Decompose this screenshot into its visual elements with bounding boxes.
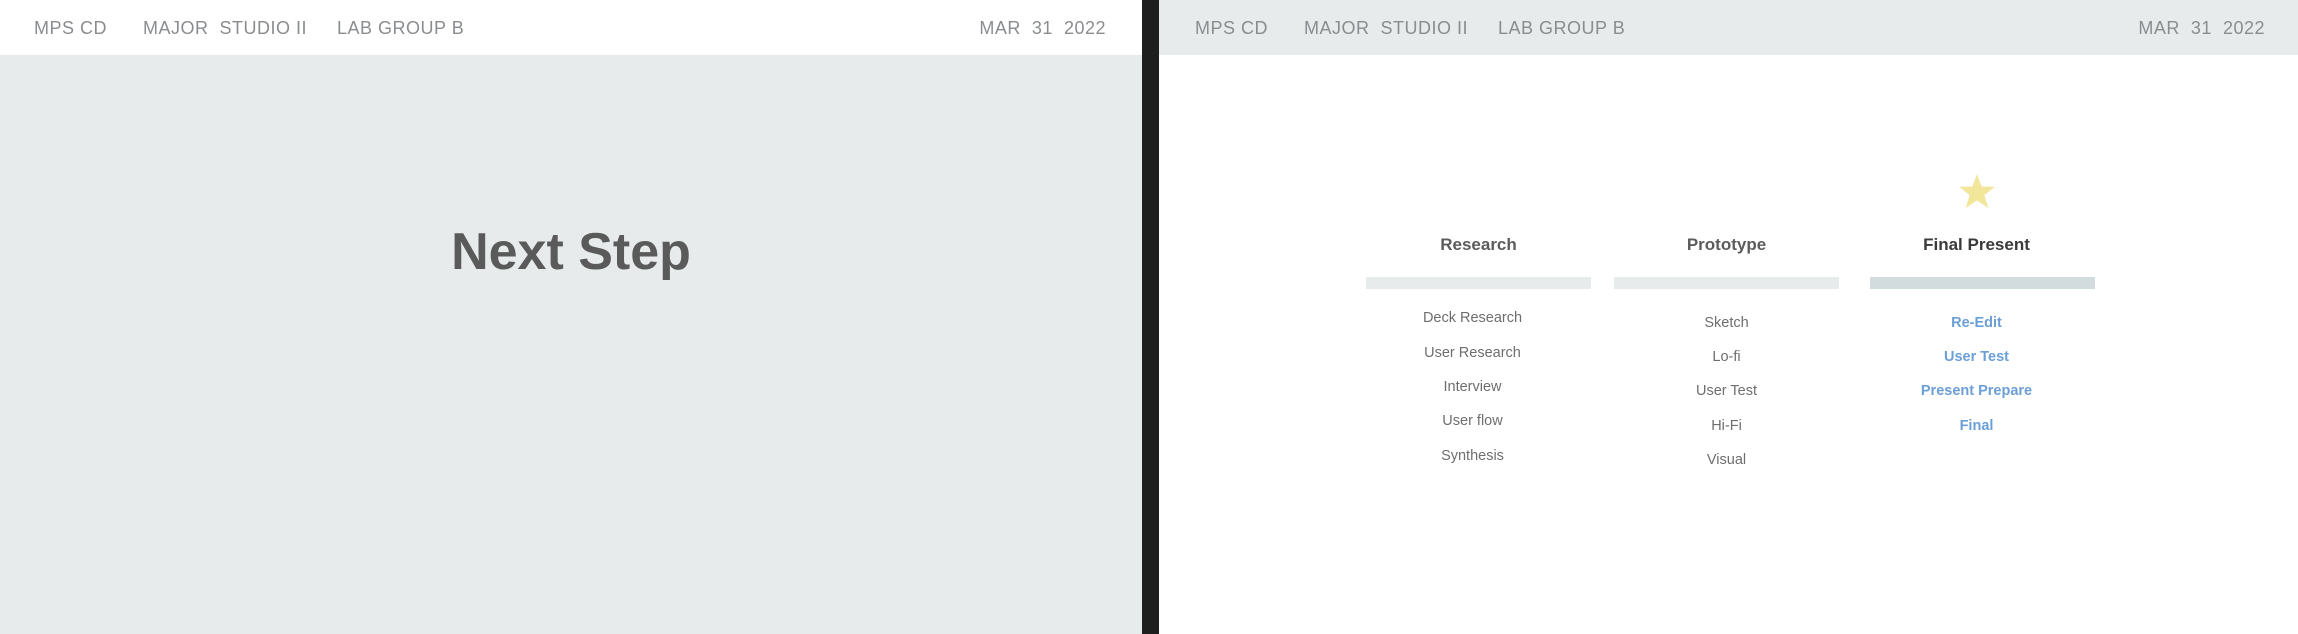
list-item: Hi-Fi (1711, 418, 1742, 434)
progress-bar-research (1366, 277, 1591, 289)
header-group: LAB GROUP B (1498, 18, 1626, 38)
slide-left: MPS CD MAJOR STUDIO II LAB GROUP B MAR 3… (0, 0, 1142, 634)
list-item: Interview (1443, 379, 1502, 395)
list-item: User flow (1442, 413, 1503, 429)
header-course: MAJOR STUDIO II (143, 18, 308, 38)
progress-bar-prototype (1614, 277, 1839, 289)
list-item-link[interactable]: Re-Edit (1864, 315, 2089, 331)
header-date: MAR 31 2022 (979, 18, 1106, 38)
slide-right: MPS CD MAJOR STUDIO II LAB GROUP B MAR 3… (1159, 0, 2298, 634)
list-item: Visual (1706, 452, 1747, 468)
list-item: Lo-fi (1712, 349, 1741, 365)
header-course: MAJOR STUDIO II (1304, 18, 1469, 38)
list-item: Synthesis (1441, 448, 1504, 464)
list-item: Sketch (1704, 315, 1749, 331)
header-date: MAR 31 2022 (2138, 18, 2265, 38)
column-heading-prototype: Prototype (1686, 235, 1767, 254)
star-icon (1959, 174, 1995, 208)
slide-title: Next Step (451, 223, 691, 281)
slide-header: MPS CD MAJOR STUDIO II LAB GROUP B MAR 3… (0, 0, 1142, 55)
progress-bar-final-present (1870, 277, 2095, 289)
list-item: Deck Research (1422, 310, 1523, 326)
list-item-link[interactable]: Present Prepare (1864, 383, 2089, 399)
list-item: User Research (1424, 345, 1521, 361)
column-heading-research: Research (1440, 235, 1517, 254)
column-heading-final-present: Final Present (1923, 235, 2030, 254)
header-program: MPS CD (1195, 18, 1269, 38)
list-item-link[interactable]: User Test (1864, 349, 2089, 365)
slide-header: MPS CD MAJOR STUDIO II LAB GROUP B MAR 3… (1159, 0, 2298, 55)
header-program: MPS CD (34, 18, 108, 38)
list-item-link[interactable]: Final (1864, 418, 2089, 434)
list-item: User Test (1696, 383, 1757, 399)
header-group: LAB GROUP B (337, 18, 465, 38)
